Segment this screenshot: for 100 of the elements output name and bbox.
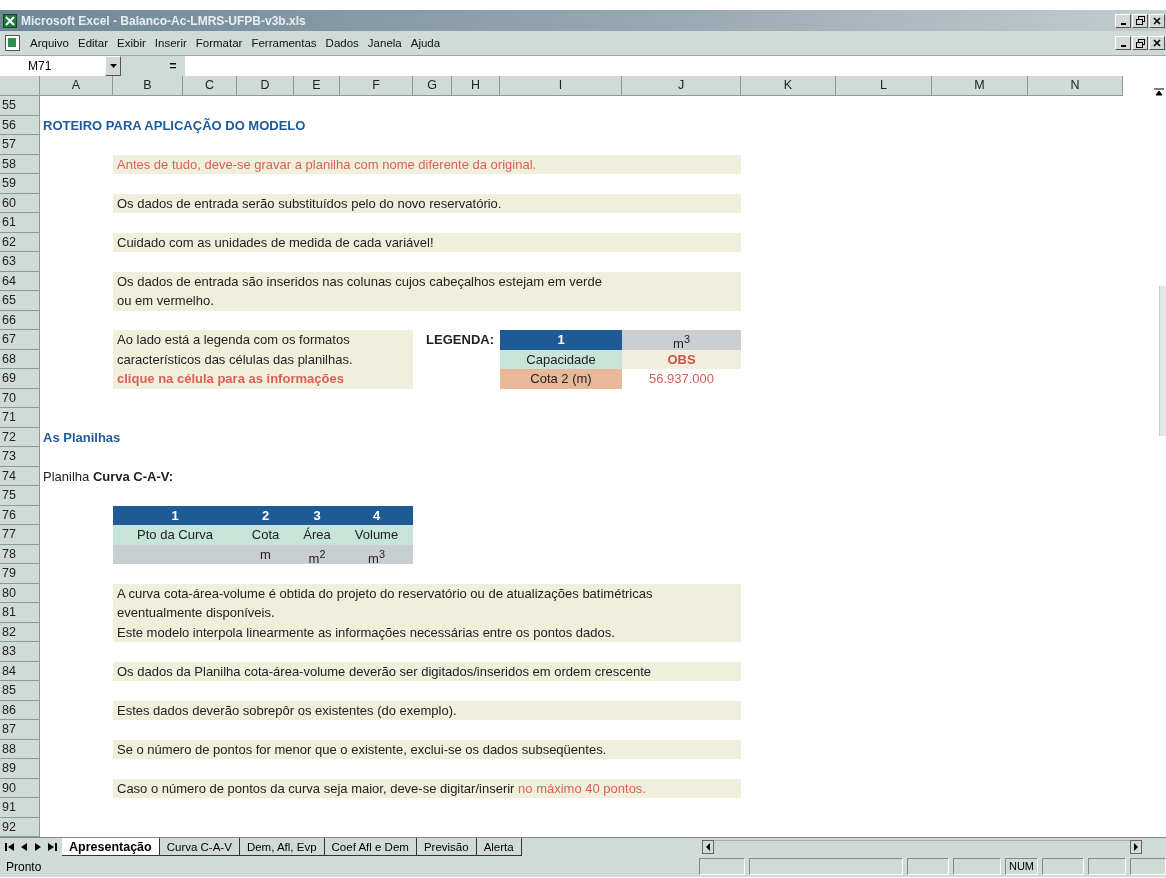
menu-item[interactable]: Arquivo [30, 37, 69, 49]
minimize-button[interactable] [1115, 13, 1131, 28]
legend-cell[interactable]: OBS [622, 349, 741, 369]
row-header[interactable]: 64 [0, 271, 40, 291]
note: Os dados de entrada são inseridos nas colunas cujos cabeçalhos estejam em verde ou em vermelho. [113, 271, 741, 311]
menu-item[interactable]: Exibir [117, 37, 146, 49]
column-header-cell[interactable]: Área [294, 525, 340, 545]
close-icon [1153, 39, 1161, 47]
row-header[interactable]: 74 [0, 466, 40, 486]
menu-item[interactable]: Inserir [154, 37, 187, 49]
column-index-cell[interactable]: 4 [340, 505, 413, 525]
row-header[interactable]: 89 [0, 759, 40, 779]
sheet-tab[interactable]: Curva C-A-V [159, 838, 240, 856]
legend-cell[interactable]: 56.937.000 [622, 369, 741, 389]
column-index-cell[interactable]: 1 [113, 505, 237, 525]
scroll-up-icon[interactable] [1154, 88, 1164, 96]
row-header[interactable]: 87 [0, 720, 40, 740]
row-header[interactable]: 73 [0, 447, 40, 467]
row-header[interactable]: 68 [0, 349, 40, 369]
row-header[interactable]: 71 [0, 408, 40, 428]
row-header[interactable]: 86 [0, 700, 40, 720]
row-header[interactable]: 75 [0, 486, 40, 506]
close-button[interactable] [1149, 36, 1165, 50]
unit-cell[interactable]: m$^{3}$ [340, 544, 413, 564]
menu-item[interactable]: Formatar [195, 37, 243, 49]
menu-item[interactable]: Ferramentas [251, 37, 317, 49]
workbook-icon[interactable] [3, 35, 21, 51]
sheet-tab[interactable]: Previsão [416, 838, 477, 856]
row-header[interactable]: 88 [0, 739, 40, 759]
row-header[interactable]: 62 [0, 232, 40, 252]
row-header[interactable]: 59 [0, 174, 40, 194]
row-header[interactable]: 58 [0, 154, 40, 174]
row-header[interactable]: 90 [0, 778, 40, 798]
row-header[interactable]: 84 [0, 661, 40, 681]
legend-description: Ao lado está a legenda com os formatos característicos das células das planilhas. [117, 331, 354, 369]
close-button[interactable] [1149, 13, 1165, 28]
row-header[interactable]: 67 [0, 330, 40, 350]
row-header[interactable]: 91 [0, 798, 40, 818]
spreadsheet-icon [3, 13, 17, 28]
row-header[interactable]: 76 [0, 505, 40, 525]
restore-button[interactable] [1132, 36, 1148, 50]
row-header[interactable]: 61 [0, 213, 40, 233]
sheet-tab[interactable]: Apresentação [62, 838, 160, 856]
unit-cell[interactable]: m$^{2}$ [294, 544, 340, 564]
minimize-icon [1120, 45, 1126, 47]
scroll-left-icon[interactable] [702, 840, 714, 854]
menu-item[interactable]: Janela [367, 37, 402, 49]
restore-button[interactable] [1132, 13, 1148, 28]
row-header[interactable]: 81 [0, 603, 40, 623]
row-header[interactable]: 60 [0, 193, 40, 213]
note: Os dados de entrada serão substituídos pelo do novo reservatório. [113, 193, 741, 213]
menu-item[interactable]: Dados [325, 37, 359, 49]
last-sheet-icon[interactable] [46, 841, 58, 853]
column-header-cell[interactable]: Pto da Curva [113, 525, 237, 545]
status-panel [698, 858, 745, 875]
row-header[interactable]: 66 [0, 310, 40, 330]
legend-cell[interactable]: Cota 2 (m) [500, 369, 622, 389]
formula-field[interactable] [185, 56, 1166, 76]
row-header[interactable]: 63 [0, 252, 40, 272]
row-header[interactable]: 79 [0, 564, 40, 584]
section-heading: As Planilhas [42, 428, 122, 447]
minimize-button[interactable] [1115, 36, 1131, 50]
menu-item[interactable]: Ajuda [410, 37, 441, 49]
column-header-cell[interactable]: Cota [237, 525, 294, 545]
column-index-cell[interactable]: 2 [237, 505, 294, 525]
first-sheet-icon[interactable] [4, 841, 16, 853]
status-indicator: NUM [1004, 858, 1038, 875]
window-title: Microsoft Excel - Balanco-Ac-LMRS-UFPB-v3b.xls [21, 13, 306, 28]
row-header[interactable]: 56 [0, 115, 40, 135]
row-header[interactable]: 82 [0, 622, 40, 642]
row-header[interactable]: 72 [0, 427, 40, 447]
row-header[interactable]: 69 [0, 369, 40, 389]
row-header[interactable]: 70 [0, 388, 40, 408]
legend-cell[interactable]: m$^{3}$ [622, 330, 741, 350]
row-header[interactable]: 57 [0, 135, 40, 155]
name-box[interactable]: M71 [0, 56, 105, 76]
unit-cell[interactable]: m [237, 544, 294, 564]
row-header[interactable]: 80 [0, 583, 40, 603]
sheet-tab[interactable]: Alerta [476, 838, 522, 856]
sheet-tab[interactable]: Coef Afl e Dem [324, 838, 417, 856]
menu-item[interactable]: Editar [78, 37, 109, 49]
legend-cell[interactable]: 1 [500, 330, 622, 350]
row-header[interactable]: 65 [0, 291, 40, 311]
unit-cell[interactable] [113, 544, 237, 564]
dropdown-button[interactable] [105, 56, 121, 76]
status-panel [1130, 858, 1166, 875]
row-header[interactable]: 55 [0, 96, 40, 116]
row-header[interactable]: 77 [0, 525, 40, 545]
row-header[interactable]: 83 [0, 642, 40, 662]
restore-icon [1135, 16, 1145, 25]
scroll-thumb[interactable] [1159, 286, 1166, 436]
row-header[interactable]: 92 [0, 817, 40, 837]
legend-cell[interactable]: Capacidade [500, 349, 622, 369]
column-index-cell[interactable]: 3 [294, 505, 340, 525]
sheet-tab[interactable]: Dem, Afl, Evp [239, 838, 325, 856]
column-header-cell[interactable]: Volume [340, 525, 413, 545]
row-header[interactable]: 85 [0, 681, 40, 701]
scroll-right-icon[interactable] [1130, 840, 1142, 854]
sheet-label: Planilha Curva C-A-V: [42, 467, 175, 486]
row-header[interactable]: 78 [0, 544, 40, 564]
